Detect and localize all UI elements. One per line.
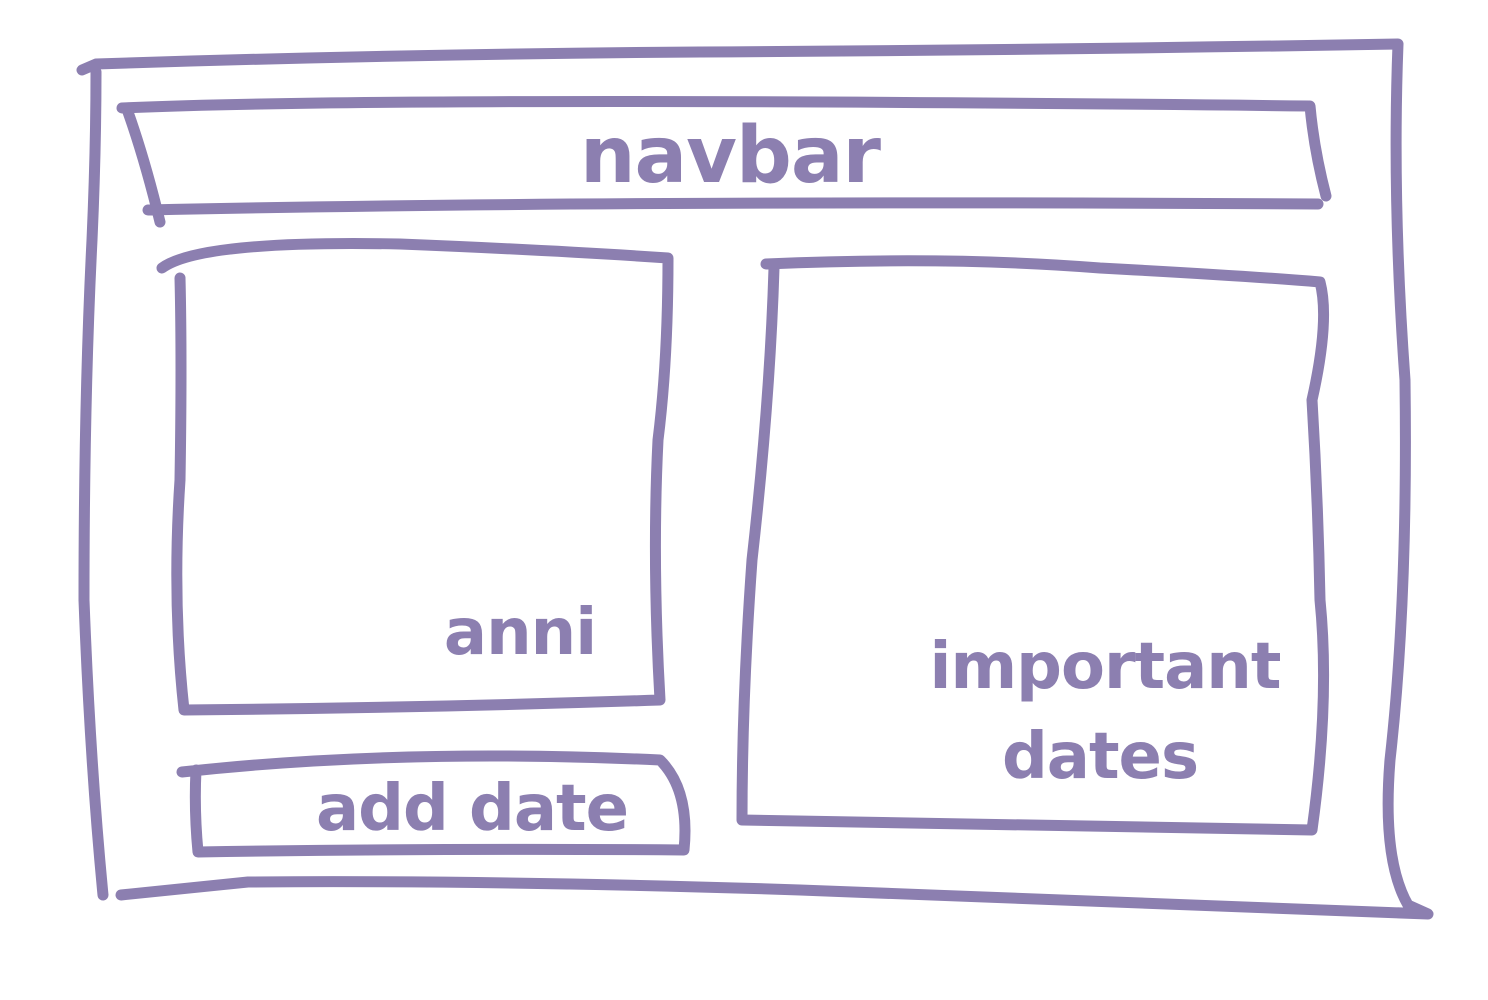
right-panel: important dates — [736, 255, 1330, 836]
add-date-label: add date — [316, 772, 628, 846]
add-date-button[interactable]: add date — [176, 750, 691, 858]
right-panel-label-line2: dates — [1002, 720, 1198, 794]
navbar: navbar — [116, 95, 1332, 228]
left-panel-label: anni — [444, 596, 596, 670]
right-panel-label-line1: important — [930, 630, 1281, 704]
wireframe-sketch: navbar anni add date important dates — [76, 38, 1434, 920]
navbar-label: navbar — [580, 111, 881, 201]
left-panel: anni — [156, 238, 674, 716]
